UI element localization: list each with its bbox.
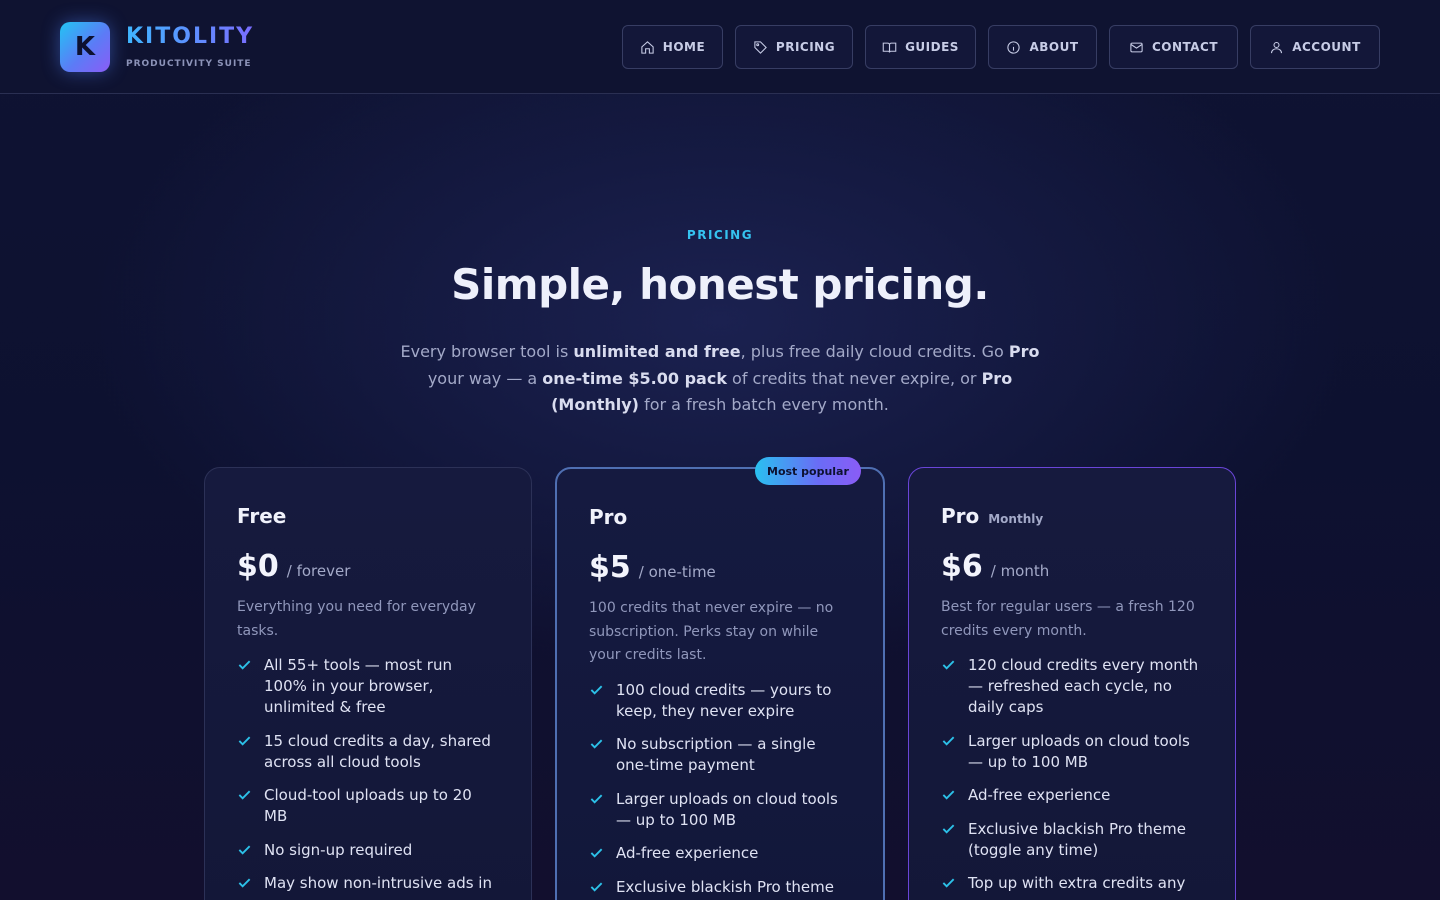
info-icon [1007,40,1021,54]
page-title: Simple, honest pricing. [451,260,989,309]
feature-item: No sign-up required [237,840,499,861]
check-icon [590,739,603,749]
site-header: K KITOLITY PRODUCTIVITY SUITE HOME PRICI… [0,0,1440,94]
pricing-lead: Every browser tool is unlimited and free… [400,342,1040,414]
feature-item: 100 cloud credits — yours to keep, they … [589,680,851,722]
nav-account[interactable]: ACCOUNT [1250,25,1380,69]
nav-home-label: HOME [662,40,706,54]
home-icon [641,40,654,54]
check-icon [238,790,251,800]
brand-name[interactable]: KITOLITY [126,24,254,49]
feature-item: Larger uploads on cloud tools — up to 10… [589,789,851,831]
plan-description: 100 credits that never expire — no subsc… [589,600,834,663]
nav-guides-label: GUIDES [905,40,959,54]
check-icon [238,736,251,746]
nav-home[interactable]: HOME [622,25,723,69]
check-icon [590,882,603,892]
book-icon [882,42,897,53]
check-icon [238,845,251,855]
mail-icon [1130,42,1143,52]
check-icon [942,736,955,746]
price-row: $5 / one-time [589,550,851,585]
user-icon [1271,41,1283,53]
check-icon [590,794,603,804]
plan-name-suffix: Monthly [988,512,1044,526]
plan-period: / one-time [638,563,716,581]
check-icon [238,878,251,888]
feature-item: Ad-free experience [941,785,1203,806]
nav-account-label: ACCOUNT [1292,40,1361,54]
feature-item: No subscription — a single one-time paym… [589,734,851,776]
nav-guides[interactable]: GUIDES [865,25,976,69]
plan-card-pro: Most popular Pro $5 / one-time 100 credi… [555,457,885,900]
feature-item: Exclusive blackish Pro theme [589,877,851,898]
check-icon [942,878,955,888]
nav-about[interactable]: ABOUT [988,25,1097,69]
feature-item: All 55+ tools — most run 100% in your br… [237,655,499,718]
check-icon [942,660,955,670]
feature-item: Larger uploads on cloud tools — up to 10… [941,731,1203,773]
feature-item: Cloud-tool uploads up to 20 MB [237,785,499,827]
price-row: $0 / forever [237,549,499,584]
feature-item: Exclusive blackish Pro theme (toggle any… [941,819,1203,861]
nav-contact[interactable]: CONTACT [1109,25,1238,69]
plan-description: Everything you need for everyday tasks. [237,599,476,639]
plan-price: $6 [941,549,983,584]
logo-badge[interactable]: K [60,22,110,72]
check-icon [942,790,955,800]
feature-item: Ad-free experience [589,843,851,864]
most-popular-badge: Most popular [755,457,861,485]
plan-period: / month [990,562,1050,580]
check-icon [590,685,603,695]
plan-price: $0 [237,549,279,584]
plan-card-free: Free $0 / forever Everything you need fo… [204,467,532,900]
check-icon [942,824,955,834]
plan-description: Best for regular users — a fresh 120 cre… [941,599,1195,639]
plan-period: / forever [286,562,351,580]
plan-price: $5 [589,550,631,585]
logo-initial: K [74,32,96,62]
brand-tagline: PRODUCTIVITY SUITE [126,59,252,69]
plan-name: Free [237,504,287,528]
nav-about-label: ABOUT [1029,40,1079,54]
feature-item: Top up with extra credits any [941,873,1203,894]
nav-contact-label: CONTACT [1151,40,1219,54]
check-icon [238,660,251,670]
section-eyebrow: PRICING [686,228,754,242]
nav-pricing-label: PRICING [775,40,836,54]
nav-pricing[interactable]: PRICING [735,25,853,69]
check-icon [590,848,603,858]
plan-name: Pro Monthly [941,504,1044,528]
feature-list: All 55+ tools — most run 100% in your br… [237,655,499,894]
price-row: $6 / month [941,549,1203,584]
feature-list: 120 cloud credits every month — refreshe… [941,655,1203,894]
feature-item: 15 cloud credits a day, shared across al… [237,731,499,773]
tag-icon [754,40,767,54]
feature-item: 120 cloud credits every month — refreshe… [941,655,1203,718]
feature-item: May show non-intrusive ads in [237,873,499,894]
plan-card-pro-monthly: Pro Monthly $6 / month Best for regular … [908,467,1236,900]
plan-name: Pro [589,505,628,529]
feature-list: 100 cloud credits — yours to keep, they … [589,680,851,898]
